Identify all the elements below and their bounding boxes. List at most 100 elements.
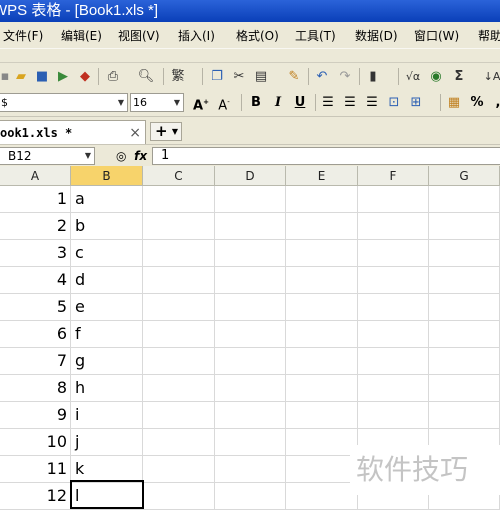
percent-icon[interactable]: % (469, 93, 485, 112)
cell-e3[interactable] (286, 240, 358, 267)
column-header-a[interactable]: A (0, 166, 71, 186)
cell-a4[interactable]: 4 (0, 267, 71, 294)
cell-f6[interactable] (358, 321, 429, 348)
convert-icon[interactable]: 繁 (169, 68, 187, 86)
cell-d11[interactable] (215, 456, 286, 483)
align-left-icon[interactable]: ☰ (320, 93, 336, 112)
zoom-icon[interactable]: ◎ (116, 149, 126, 163)
cell-e10[interactable] (286, 429, 358, 456)
cell-b11[interactable]: k (71, 456, 143, 483)
format-painter-icon[interactable]: ✎ (285, 68, 303, 86)
sort-icon[interactable]: ↓A (483, 68, 500, 86)
new-tab-button[interactable]: + ▼ (150, 122, 182, 141)
wrap-icon[interactable]: ⊡ (386, 93, 402, 112)
redo-icon[interactable]: ↷ (336, 68, 354, 86)
cell-a12[interactable]: 12 (0, 483, 71, 510)
menu-tools[interactable]: 工具(T) (295, 27, 336, 44)
export-icon[interactable]: ▶ (54, 68, 72, 86)
formula-input[interactable]: 1 (152, 147, 500, 165)
cell-b10[interactable]: j (71, 429, 143, 456)
currency-icon[interactable]: ▦ (446, 93, 462, 112)
cell-g4[interactable] (429, 267, 500, 294)
row-icon[interactable]: ▮ (364, 68, 382, 86)
cell-b1[interactable]: a (71, 186, 143, 213)
grow-font-icon[interactable]: A+ (193, 93, 209, 113)
cell-d12[interactable] (215, 483, 286, 510)
column-header-g[interactable]: G (429, 166, 500, 186)
menu-edit[interactable]: 编辑(E) (61, 27, 102, 44)
cell-d6[interactable] (215, 321, 286, 348)
cell-f9[interactable] (358, 402, 429, 429)
cell-c12[interactable] (143, 483, 215, 510)
menu-file[interactable]: 文件(F) (3, 27, 43, 44)
column-header-d[interactable]: D (215, 166, 286, 186)
paste-icon[interactable]: ▤ (252, 68, 270, 86)
name-box[interactable]: B12 ▼ (0, 147, 95, 165)
cell-c1[interactable] (143, 186, 215, 213)
cell-b5[interactable]: e (71, 294, 143, 321)
cell-a9[interactable]: 9 (0, 402, 71, 429)
cell-a2[interactable]: 2 (0, 213, 71, 240)
column-header-f[interactable]: F (358, 166, 429, 186)
underline-button[interactable]: U (292, 93, 308, 112)
cell-c5[interactable] (143, 294, 215, 321)
save-icon[interactable]: ■ (33, 68, 51, 86)
cell-c2[interactable] (143, 213, 215, 240)
cell-e11[interactable] (286, 456, 358, 483)
cell-d4[interactable] (215, 267, 286, 294)
print-icon[interactable]: ⎙ (104, 68, 122, 86)
copy-icon[interactable]: ❐ (208, 68, 226, 86)
align-right-icon[interactable]: ☰ (364, 93, 380, 112)
cell-a8[interactable]: 8 (0, 375, 71, 402)
cell-b3[interactable]: c (71, 240, 143, 267)
cell-d1[interactable] (215, 186, 286, 213)
cell-a3[interactable]: 3 (0, 240, 71, 267)
cell-f1[interactable] (358, 186, 429, 213)
tab-book1[interactable]: ook1.xls * × (0, 120, 146, 145)
menu-insert[interactable]: 插入(I) (178, 27, 215, 44)
font-size-select[interactable]: 16 ▼ (130, 93, 184, 112)
cell-b8[interactable]: h (71, 375, 143, 402)
cell-f8[interactable] (358, 375, 429, 402)
cell-d7[interactable] (215, 348, 286, 375)
cell-c7[interactable] (143, 348, 215, 375)
merge-icon[interactable]: ⊞ (408, 93, 424, 112)
menu-help[interactable]: 帮助 (478, 27, 500, 44)
menu-format[interactable]: 格式(O) (236, 27, 279, 44)
cell-c3[interactable] (143, 240, 215, 267)
italic-button[interactable]: I (270, 93, 286, 112)
cell-e1[interactable] (286, 186, 358, 213)
cell-b7[interactable]: g (71, 348, 143, 375)
pdf-icon[interactable]: ◆ (76, 68, 94, 86)
cell-f2[interactable] (358, 213, 429, 240)
cell-a1[interactable]: 1 (0, 186, 71, 213)
cell-a11[interactable]: 11 (0, 456, 71, 483)
cell-a5[interactable]: 5 (0, 294, 71, 321)
close-icon[interactable]: × (129, 121, 141, 145)
cell-f7[interactable] (358, 348, 429, 375)
comma-icon[interactable]: , (490, 93, 500, 112)
cell-b9[interactable]: i (71, 402, 143, 429)
cut-icon[interactable]: ✂ (230, 68, 248, 86)
font-name-select[interactable]: $ ▼ (0, 93, 128, 112)
cell-g6[interactable] (429, 321, 500, 348)
chevron-down-icon[interactable]: ▼ (82, 148, 94, 164)
cell-g3[interactable] (429, 240, 500, 267)
cell-c9[interactable] (143, 402, 215, 429)
cell-e7[interactable] (286, 348, 358, 375)
cell-g8[interactable] (429, 375, 500, 402)
menu-window[interactable]: 窗口(W) (414, 27, 459, 44)
cell-g1[interactable] (429, 186, 500, 213)
open-icon[interactable]: ▰ (12, 68, 30, 86)
chevron-down-icon[interactable]: ▼ (172, 124, 178, 140)
cell-a7[interactable]: 7 (0, 348, 71, 375)
cell-e8[interactable] (286, 375, 358, 402)
sum-icon[interactable]: Σ (450, 68, 468, 86)
cell-g5[interactable] (429, 294, 500, 321)
menu-view[interactable]: 视图(V) (118, 27, 160, 44)
function-icon[interactable]: ◉ (427, 68, 445, 86)
cell-d8[interactable] (215, 375, 286, 402)
cell-f4[interactable] (358, 267, 429, 294)
cell-c11[interactable] (143, 456, 215, 483)
cell-f5[interactable] (358, 294, 429, 321)
